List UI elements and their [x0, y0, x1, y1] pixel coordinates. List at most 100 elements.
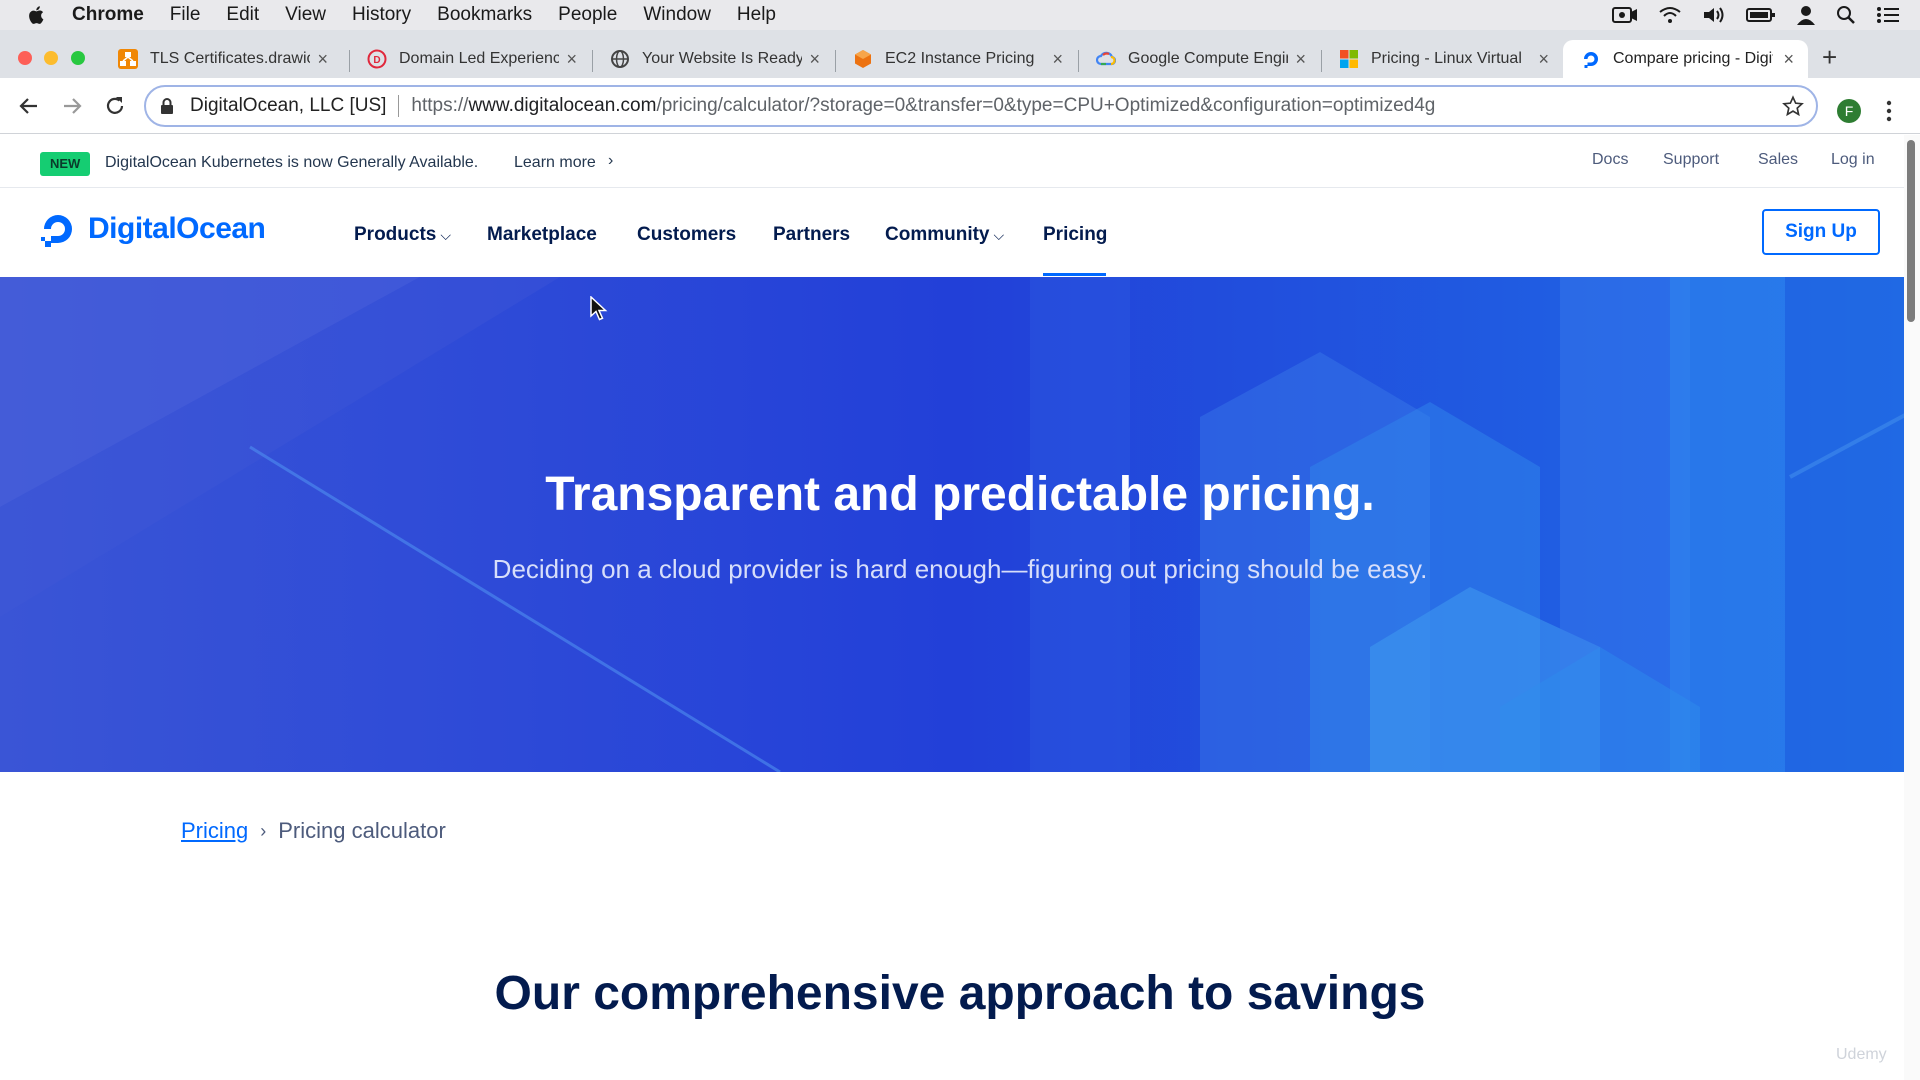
menu-file[interactable]: File	[170, 4, 201, 26]
reload-icon[interactable]	[103, 94, 127, 118]
tab-tls-certificates[interactable]: TLS Certificates.drawio ×	[100, 40, 342, 78]
hero-title: Transparent and predictable pricing.	[545, 468, 1375, 521]
volume-icon[interactable]	[1702, 6, 1726, 24]
announcement-bar: NEW DigitalOcean Kubernetes is now Gener…	[0, 135, 1920, 188]
google-cloud-favicon	[1096, 51, 1116, 66]
nav-marketplace[interactable]: Marketplace	[487, 224, 597, 246]
tab-title: Your Website Is Ready	[642, 50, 802, 67]
aws-favicon	[855, 50, 871, 68]
status-area	[1612, 0, 1900, 30]
chevron-down-icon: ⌵	[993, 227, 1005, 243]
menu-view[interactable]: View	[285, 4, 326, 26]
tab-close-icon[interactable]: ×	[1783, 49, 1794, 70]
zoom-window-button[interactable]	[71, 51, 85, 65]
close-window-button[interactable]	[18, 51, 32, 65]
menu-edit[interactable]: Edit	[226, 4, 259, 26]
address-bar[interactable]: DigitalOcean, LLC [US] https://www.digit…	[144, 85, 1818, 127]
bookmark-star-icon[interactable]	[1782, 95, 1804, 117]
active-nav-indicator	[1043, 273, 1106, 276]
nav-pricing[interactable]: Pricing	[1043, 224, 1107, 246]
breadcrumb: Pricing › Pricing calculator	[181, 818, 446, 844]
back-arrow-icon[interactable]	[17, 94, 41, 118]
nav-label: Community	[885, 224, 990, 245]
login-link[interactable]: Log in	[1831, 151, 1875, 169]
url-path: /pricing/calculator/?storage=0&transfer=…	[656, 95, 1436, 116]
pricing-hero: Transparent and predictable pricing. Dec…	[0, 277, 1920, 772]
menu-window[interactable]: Window	[643, 4, 711, 26]
chevron-down-icon: ⌵	[440, 227, 451, 243]
minimize-window-button[interactable]	[44, 51, 58, 65]
tab-close-icon[interactable]: ×	[566, 49, 577, 70]
tab-close-icon[interactable]: ×	[809, 49, 820, 70]
new-badge: NEW	[40, 152, 91, 176]
nav-label: Products	[354, 224, 437, 245]
announcement-text: DigitalOcean Kubernetes is now Generally…	[105, 154, 479, 171]
lock-icon[interactable]	[160, 98, 174, 114]
drawio-favicon	[118, 49, 138, 69]
menu-bookmarks[interactable]: Bookmarks	[437, 4, 532, 26]
main-nav: DigitalOcean Products ⌵ Marketplace Custo…	[0, 189, 1920, 277]
tab-pricing-linux-virtual[interactable]: Pricing - Linux Virtual ×	[1321, 40, 1563, 78]
tab-strip: TLS Certificates.drawio × D Domain Led E…	[0, 30, 1920, 78]
chrome-menu-icon[interactable]	[1886, 100, 1892, 122]
globe-favicon	[611, 50, 629, 68]
sign-up-button[interactable]: Sign Up	[1762, 209, 1880, 255]
browser-toolbar: DigitalOcean, LLC [US] https://www.digit…	[0, 78, 1920, 134]
os-menubar: Chrome File Edit View History Bookmarks …	[0, 0, 1920, 30]
tab-title: Pricing - Linux Virtual	[1371, 50, 1522, 67]
tab-title: Domain Led Experience	[399, 50, 559, 67]
nav-partners[interactable]: Partners	[773, 224, 850, 246]
wifi-icon[interactable]	[1658, 6, 1682, 24]
breadcrumb-pricing-link[interactable]: Pricing	[181, 818, 248, 844]
url-text[interactable]: https://www.digitalocean.com/pricing/cal…	[411, 95, 1435, 117]
chevron-right-icon: ›	[608, 152, 614, 169]
tab-close-icon[interactable]: ×	[317, 49, 328, 70]
red-d-favicon: D	[367, 49, 387, 69]
sales-link[interactable]: Sales	[1758, 151, 1798, 169]
menu-help[interactable]: Help	[737, 4, 776, 26]
menu-history[interactable]: History	[352, 4, 411, 26]
digitalocean-favicon	[1584, 52, 1598, 68]
tab-close-icon[interactable]: ×	[1052, 49, 1063, 70]
menu-chrome[interactable]: Chrome	[72, 4, 144, 26]
profile-avatar[interactable]: F	[1837, 99, 1861, 123]
learn-more-link[interactable]: Learn more	[514, 154, 596, 172]
nav-community[interactable]: Community ⌵	[885, 224, 1004, 246]
user-icon[interactable]	[1796, 5, 1816, 25]
svg-text:D: D	[373, 55, 380, 66]
tab-title: Compare pricing - DigitalOcean	[1613, 50, 1773, 67]
mouse-cursor-icon	[590, 296, 608, 321]
apple-icon[interactable]	[26, 4, 48, 26]
tab-your-website-is-ready[interactable]: Your Website Is Ready ×	[592, 40, 834, 78]
url-scheme: https://	[411, 95, 469, 116]
battery-icon[interactable]	[1746, 6, 1776, 24]
docs-link[interactable]: Docs	[1592, 151, 1628, 169]
address-divider	[398, 95, 400, 117]
screen-record-icon[interactable]	[1612, 6, 1638, 24]
new-tab-button[interactable]: +	[1822, 42, 1837, 73]
tab-title: Google Compute Engine	[1128, 50, 1288, 67]
nav-products[interactable]: Products ⌵	[354, 224, 451, 246]
breadcrumb-separator: ›	[260, 820, 267, 841]
tab-google-compute-engine[interactable]: Google Compute Engine ×	[1078, 40, 1320, 78]
tab-compare-pricing[interactable]: Compare pricing - DigitalOcean ×	[1563, 40, 1808, 78]
digitalocean-logo[interactable]: DigitalOcean	[38, 209, 266, 249]
nav-customers[interactable]: Customers	[637, 224, 736, 246]
tab-title: TLS Certificates.drawio	[150, 50, 310, 67]
menu-people[interactable]: People	[558, 4, 617, 26]
scrollbar-thumb[interactable]	[1907, 140, 1915, 322]
notification-center-icon[interactable]	[1876, 6, 1900, 24]
tab-close-icon[interactable]: ×	[1538, 49, 1549, 70]
hero-background-art	[0, 277, 1920, 772]
site-identity[interactable]: DigitalOcean, LLC [US]	[190, 95, 386, 117]
savings-section-title: Our comprehensive approach to savings	[494, 967, 1426, 1020]
breadcrumb-current: Pricing calculator	[278, 818, 446, 843]
tab-domain-led-experience[interactable]: D Domain Led Experience ×	[349, 40, 591, 78]
support-link[interactable]: Support	[1663, 151, 1719, 169]
tab-close-icon[interactable]: ×	[1295, 49, 1306, 70]
spotlight-icon[interactable]	[1836, 5, 1856, 25]
forward-arrow-icon[interactable]	[60, 94, 84, 118]
tab-ec2-instance-pricing[interactable]: EC2 Instance Pricing ×	[835, 40, 1077, 78]
microsoft-favicon	[1340, 50, 1358, 68]
hero-subtitle: Deciding on a cloud provider is hard eno…	[492, 554, 1428, 584]
